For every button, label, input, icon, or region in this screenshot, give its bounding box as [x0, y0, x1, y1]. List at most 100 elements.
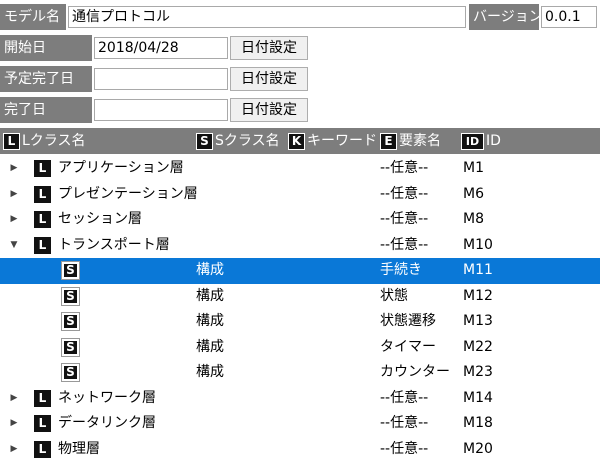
l-class-icon: L — [34, 415, 51, 432]
model-name-label: モデル名 — [0, 4, 66, 30]
tree-row-procedure[interactable]: S 構成 手続き M11 — [0, 258, 600, 284]
row-id: M23 — [463, 364, 493, 380]
l-class-icon: L — [34, 440, 51, 458]
sclass-name: 構成 — [196, 364, 224, 380]
element-name: --任意-- — [380, 236, 429, 253]
element-name: カウンター — [380, 364, 450, 380]
tree-row-session[interactable]: ▶ L セッション層 --任意-- M8 — [0, 207, 600, 233]
s-class-icon: S — [196, 132, 213, 150]
l-class-icon: L — [34, 185, 51, 203]
id-icon: ID — [461, 132, 484, 150]
element-name: --任意-- — [380, 160, 429, 176]
planned-date-field[interactable] — [94, 68, 228, 90]
l-class-icon: L — [34, 389, 51, 407]
element-name: 状態 — [380, 287, 408, 304]
planned-date-set-button[interactable]: 日付設定 — [230, 67, 308, 91]
row-id: M8 — [463, 211, 484, 227]
header-sclass-label: Sクラス名 — [215, 133, 280, 149]
start-date-field[interactable]: 2018/04/28 — [94, 37, 228, 59]
version-label: バージョン — [469, 4, 539, 30]
element-name: --任意-- — [380, 211, 429, 227]
lclass-name: アプリケーション層 — [58, 160, 184, 176]
header-lclass[interactable]: L Lクラス名 — [3, 128, 86, 154]
header-element[interactable]: E 要素名 — [380, 128, 441, 154]
element-name: 状態遷移 — [380, 313, 436, 329]
tree-row-state[interactable]: S 構成 状態 M12 — [0, 284, 600, 310]
element-name: --任意-- — [380, 440, 429, 457]
header-id-label: ID — [486, 133, 501, 149]
header-keyword-label: キーワード — [307, 133, 377, 149]
element-name: --任意-- — [380, 415, 429, 431]
tree-row-timer[interactable]: S 構成 タイマー M22 — [0, 335, 600, 361]
expand-arrow-icon[interactable]: ▶ — [8, 182, 20, 207]
l-class-icon: L — [34, 160, 51, 177]
tree-row-datalink[interactable]: ▶ L データリンク層 --任意-- M18 — [0, 411, 600, 437]
s-class-icon: S — [61, 312, 80, 331]
tree-row-transport[interactable]: ▼ L トランスポート層 --任意-- M10 — [0, 233, 600, 259]
tree-row-physical[interactable]: ▶ L 物理層 --任意-- M20 — [0, 437, 600, 463]
header-keyword[interactable]: K キーワード — [288, 128, 377, 154]
l-class-icon: L — [34, 236, 51, 254]
l-class-icon: L — [34, 211, 51, 228]
row-id: M13 — [463, 313, 493, 329]
row-id: M18 — [463, 415, 493, 431]
row-id: M1 — [463, 160, 484, 176]
tree-row-network[interactable]: ▶ L ネットワーク層 --任意-- M14 — [0, 386, 600, 412]
class-tree: ▶ L アプリケーション層 --任意-- M1 ▶ L プレゼンテーション層 -… — [0, 156, 600, 462]
lclass-name: セッション層 — [58, 211, 142, 227]
row-id: M12 — [463, 287, 493, 304]
planned-date-label: 予定完了日 — [0, 66, 92, 92]
sclass-name: 構成 — [196, 262, 224, 278]
row-id: M20 — [463, 440, 493, 457]
keyword-icon: K — [288, 132, 305, 150]
s-class-icon: S — [61, 337, 80, 357]
version-field[interactable]: 0.0.1 — [541, 6, 597, 28]
header-id[interactable]: ID ID — [461, 128, 501, 154]
element-icon: E — [380, 132, 397, 150]
tree-header: L Lクラス名 S Sクラス名 K キーワード E 要素名 ID ID — [0, 128, 600, 154]
expand-arrow-icon[interactable]: ▶ — [8, 386, 20, 411]
expand-arrow-icon[interactable]: ▶ — [8, 156, 20, 181]
done-date-field[interactable] — [94, 99, 228, 121]
lclass-name: 物理層 — [58, 440, 100, 457]
tree-row-state-transition[interactable]: S 構成 状態遷移 M13 — [0, 309, 600, 335]
element-name: タイマー — [380, 338, 436, 355]
sclass-name: 構成 — [196, 287, 224, 304]
s-class-icon: S — [61, 261, 80, 280]
done-date-row: 完了日 日付設定 — [0, 97, 600, 123]
element-name: 手続き — [380, 262, 422, 278]
expand-arrow-icon[interactable]: ▶ — [8, 437, 20, 462]
lclass-name: データリンク層 — [58, 415, 156, 431]
start-date-label: 開始日 — [0, 35, 92, 61]
sclass-name: 構成 — [196, 338, 224, 355]
tree-row-presentation[interactable]: ▶ L プレゼンテーション層 --任意-- M6 — [0, 182, 600, 208]
start-date-set-button[interactable]: 日付設定 — [230, 36, 308, 60]
header-element-label: 要素名 — [399, 133, 441, 149]
model-name-field[interactable]: 通信プロトコル — [68, 6, 466, 28]
l-class-icon: L — [3, 132, 20, 150]
done-date-set-button[interactable]: 日付設定 — [230, 98, 308, 122]
sclass-name: 構成 — [196, 313, 224, 329]
element-name: --任意-- — [380, 185, 429, 202]
lclass-name: トランスポート層 — [58, 236, 170, 253]
row-id: M22 — [463, 338, 493, 355]
model-row: モデル名 通信プロトコル バージョン 0.0.1 — [0, 4, 600, 30]
header-sclass[interactable]: S Sクラス名 — [196, 128, 280, 154]
row-id: M10 — [463, 236, 493, 253]
expand-arrow-icon[interactable]: ▶ — [8, 411, 20, 436]
done-date-label: 完了日 — [0, 97, 92, 123]
expand-arrow-icon[interactable]: ▶ — [8, 207, 20, 232]
header-lclass-label: Lクラス名 — [22, 133, 86, 149]
s-class-icon: S — [61, 286, 80, 306]
row-id: M11 — [463, 262, 493, 278]
s-class-icon: S — [61, 363, 80, 382]
lclass-name: プレゼンテーション層 — [58, 185, 198, 202]
row-id: M6 — [463, 185, 484, 202]
row-id: M14 — [463, 389, 493, 406]
tree-row-counter[interactable]: S 構成 カウンター M23 — [0, 360, 600, 386]
planned-date-row: 予定完了日 日付設定 — [0, 66, 600, 92]
tree-row-application[interactable]: ▶ L アプリケーション層 --任意-- M1 — [0, 156, 600, 182]
lclass-name: ネットワーク層 — [58, 389, 156, 406]
element-name: --任意-- — [380, 389, 429, 406]
collapse-arrow-icon[interactable]: ▼ — [8, 233, 20, 258]
